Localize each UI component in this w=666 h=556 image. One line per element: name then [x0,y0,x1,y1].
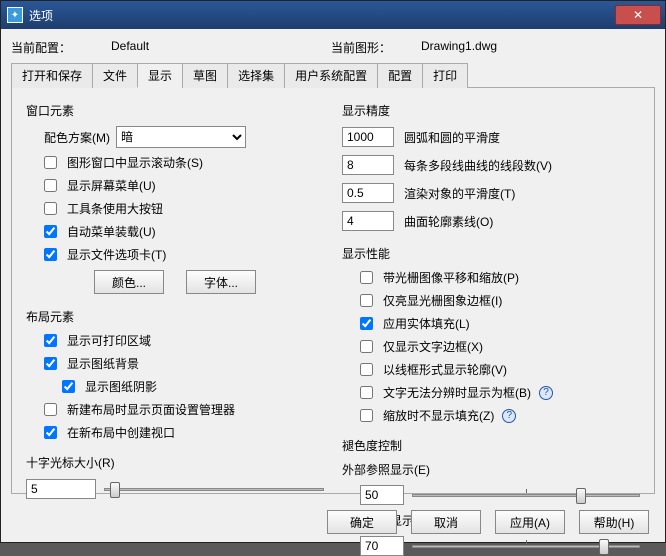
surface-contour-input[interactable] [342,211,394,231]
group-display-precision: 显示精度 [342,102,640,119]
scroll-bars-checkbox[interactable] [44,156,57,169]
print-area-label: 显示可打印区域 [67,332,151,349]
group-layout-elements: 布局元素 [26,308,324,325]
text-box-checkbox[interactable] [360,386,373,399]
large-buttons-label: 工具条使用大按钮 [67,200,163,217]
close-button[interactable]: ✕ [615,5,661,25]
inplace-edit-slider[interactable] [412,536,640,556]
apply-button[interactable]: 应用(A) [495,510,565,534]
scroll-bars-label: 图形窗口中显示滚动条(S) [67,154,203,171]
options-dialog: ✦ 选项 ✕ 当前配置： Default 当前图形： Drawing1.dwg … [0,0,666,543]
paper-bg-checkbox[interactable] [44,357,57,370]
right-column: 显示精度 圆弧和圆的平滑度 每条多段线曲线的线段数(V) 渲染对象的平滑度(T)… [342,98,640,483]
print-area-checkbox[interactable] [44,334,57,347]
tab-user-prefs[interactable]: 用户系统配置 [284,63,378,88]
page-setup-mgr-label: 新建布局时显示页面设置管理器 [67,401,235,418]
file-tabs-checkbox[interactable] [44,248,57,261]
current-config-label: 当前配置： [11,39,91,56]
zoom-fill-checkbox[interactable] [360,409,373,422]
auto-menu-load-checkbox[interactable] [44,225,57,238]
app-icon: ✦ [7,7,23,23]
polyline-segments-input[interactable] [342,155,394,175]
crosshair-size-input[interactable] [26,479,96,499]
current-drawing-value: Drawing1.dwg [421,39,621,56]
xref-display-label: 外部参照显示(E) [342,461,640,478]
tab-panel-display: 窗口元素 配色方案(M) 暗 图形窗口中显示滚动条(S) 显示屏幕菜单(U) 工… [11,88,655,494]
render-smoothness-label: 渲染对象的平滑度(T) [404,185,640,202]
group-display-performance: 显示性能 [342,245,640,262]
help-button[interactable]: 帮助(H) [579,510,649,534]
arc-smoothness-input[interactable] [342,127,394,147]
screen-menu-checkbox[interactable] [44,179,57,192]
slider-thumb[interactable] [599,539,609,555]
highlight-raster-label: 仅亮显光栅图象边框(I) [383,292,502,309]
text-box-label: 文字无法分辨时显示为框(B) [383,384,531,401]
paper-shadow-label: 显示图纸阴影 [85,378,157,395]
screen-menu-label: 显示屏幕菜单(U) [67,177,156,194]
header-info: 当前配置： Default 当前图形： Drawing1.dwg [11,39,655,56]
color-scheme-label: 配色方案(M) [44,129,110,146]
create-viewport-label: 在新布局中创建视口 [67,424,175,441]
tab-open-save[interactable]: 打开和保存 [11,63,93,88]
xref-display-input[interactable] [360,485,404,505]
surface-contour-label: 曲面轮廓素线(O) [404,213,640,230]
create-viewport-checkbox[interactable] [44,426,57,439]
fonts-button[interactable]: 字体... [186,270,256,294]
large-buttons-checkbox[interactable] [44,202,57,215]
ok-button[interactable]: 确定 [327,510,397,534]
group-window-elements: 窗口元素 [26,102,324,119]
slider-thumb[interactable] [576,488,586,504]
raster-pan-checkbox[interactable] [360,271,373,284]
tab-print[interactable]: 打印 [422,63,468,88]
title-bar: ✦ 选项 ✕ [1,1,665,29]
crosshair-size-slider[interactable] [104,479,324,499]
highlight-raster-checkbox[interactable] [360,294,373,307]
paper-shadow-checkbox[interactable] [62,380,75,393]
tab-selection[interactable]: 选择集 [227,63,285,88]
color-scheme-select[interactable]: 暗 [116,126,246,148]
arc-smoothness-label: 圆弧和圆的平滑度 [404,129,640,146]
polyline-segments-label: 每条多段线曲线的线段数(V) [404,157,640,174]
text-frame-label: 仅显示文字边框(X) [383,338,483,355]
current-config-value: Default [111,39,311,56]
help-icon[interactable]: ? [539,386,553,400]
raster-pan-label: 带光栅图像平移和缩放(P) [383,269,519,286]
colors-button[interactable]: 颜色... [94,270,164,294]
wireframe-label: 以线框形式显示轮廓(V) [383,361,507,378]
render-smoothness-input[interactable] [342,183,394,203]
tab-display[interactable]: 显示 [137,63,183,88]
dialog-buttons: 确定 取消 应用(A) 帮助(H) [327,510,649,534]
group-fade-control: 褪色度控制 [342,437,640,454]
cancel-button[interactable]: 取消 [411,510,481,534]
file-tabs-label: 显示文件选项卡(T) [67,246,166,263]
current-drawing-label: 当前图形： [331,39,401,56]
wireframe-checkbox[interactable] [360,363,373,376]
tab-profiles[interactable]: 配置 [377,63,423,88]
left-column: 窗口元素 配色方案(M) 暗 图形窗口中显示滚动条(S) 显示屏幕菜单(U) 工… [26,98,324,483]
page-setup-mgr-checkbox[interactable] [44,403,57,416]
auto-menu-load-label: 自动菜单装载(U) [67,223,156,240]
solid-fill-checkbox[interactable] [360,317,373,330]
text-frame-checkbox[interactable] [360,340,373,353]
crosshair-size-label: 十字光标大小(R) [26,454,324,471]
zoom-fill-label: 缩放时不显示填充(Z) [383,407,494,424]
tab-strip: 打开和保存 文件 显示 草图 选择集 用户系统配置 配置 打印 [11,62,655,88]
tab-sketch[interactable]: 草图 [182,63,228,88]
solid-fill-label: 应用实体填充(L) [383,315,470,332]
help-icon[interactable]: ? [502,409,516,423]
slider-thumb[interactable] [110,482,120,498]
tab-file[interactable]: 文件 [92,63,138,88]
paper-bg-label: 显示图纸背景 [67,355,139,372]
xref-display-slider[interactable] [412,485,640,505]
inplace-edit-input[interactable] [360,536,404,556]
window-title: 选项 [29,7,615,24]
